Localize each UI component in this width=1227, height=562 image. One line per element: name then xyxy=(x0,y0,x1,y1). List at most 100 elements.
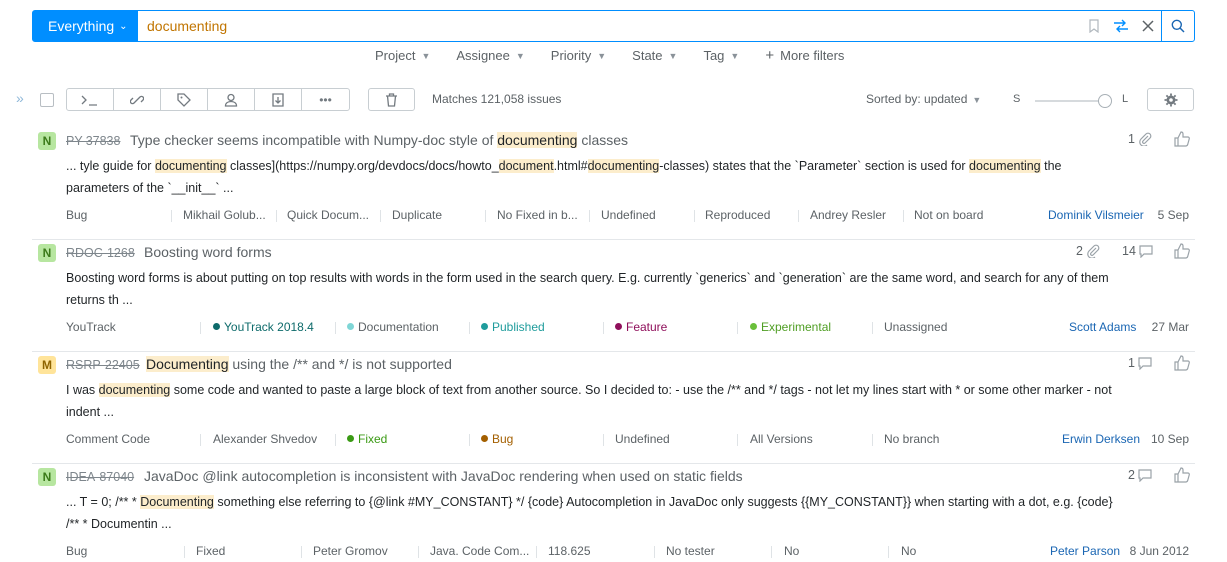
field-divider xyxy=(654,546,655,558)
field-assignee[interactable]: Mikhail Golub... xyxy=(183,208,266,222)
search-button[interactable] xyxy=(1161,11,1194,41)
filter-project[interactable]: Project ▼ xyxy=(375,47,430,64)
link-button[interactable] xyxy=(114,89,161,110)
comments-counter[interactable]: 14 xyxy=(1122,244,1153,258)
bookmark-icon[interactable] xyxy=(1080,11,1107,41)
field-subsystem[interactable]: Java. Code Com... xyxy=(430,544,529,558)
vote-button[interactable] xyxy=(1174,355,1190,374)
field-branch[interactable]: No branch xyxy=(884,432,939,446)
query-assist-icon[interactable] xyxy=(1107,11,1134,41)
issue-fields: Comment Code Alexander Shvedov Fixed Bug… xyxy=(0,432,1227,448)
field-tester[interactable]: Andrey Resler xyxy=(810,208,886,222)
sort-selector[interactable]: Sorted by: updated ▼ xyxy=(866,92,981,106)
field-state[interactable]: Published xyxy=(481,320,545,334)
field-project[interactable]: YouTrack xyxy=(66,320,116,334)
comment-icon xyxy=(1138,468,1152,482)
issue-summary-link[interactable]: Type checker seems incompatible with Num… xyxy=(130,132,628,148)
search-input[interactable]: documenting xyxy=(138,11,1080,41)
thumbs-up-icon xyxy=(1174,355,1190,371)
reporter-link[interactable]: Peter Parson xyxy=(1050,544,1120,558)
comments-count: 1 xyxy=(1128,356,1135,370)
reporter-link[interactable]: Dominik Vilsmeier xyxy=(1048,208,1144,222)
issue-id-link[interactable]: PY-37838 xyxy=(66,134,120,148)
field-state[interactable]: Duplicate xyxy=(392,208,442,222)
issue-row[interactable]: N PY-37838 Type checker seems incompatib… xyxy=(0,128,1227,240)
field-divider xyxy=(380,210,381,222)
field-tag[interactable]: Experimental xyxy=(750,320,831,334)
vote-button[interactable] xyxy=(1174,243,1190,262)
field-fix-version[interactable]: 118.625 xyxy=(548,544,591,558)
more-actions-button[interactable]: ••• xyxy=(302,89,349,110)
field-type[interactable]: Bug xyxy=(66,544,87,558)
issue-summary-link[interactable]: Documenting using the /** and */ is not … xyxy=(146,356,452,372)
more-filters-button[interactable]: + More filters xyxy=(765,47,844,64)
expand-sidebar-icon[interactable]: » xyxy=(16,90,24,106)
assign-button[interactable] xyxy=(208,89,255,110)
field-board[interactable]: Not on board xyxy=(914,208,983,222)
summary-text: classes xyxy=(577,132,629,148)
attachments-counter[interactable]: 1 xyxy=(1128,132,1152,146)
field-affected-versions[interactable]: All Versions xyxy=(750,432,813,446)
filter-priority[interactable]: Priority ▼ xyxy=(551,47,606,64)
issue-row[interactable]: M RSRP-22405 Documenting using the /** a… xyxy=(0,352,1227,464)
clear-search-icon[interactable] xyxy=(1134,11,1161,41)
issue-row[interactable]: N IDEA-87040 JavaDoc @link autocompletio… xyxy=(0,464,1227,562)
comments-count: 2 xyxy=(1128,468,1135,482)
thumbs-up-icon xyxy=(1174,131,1190,147)
field-subsystem[interactable]: Quick Docum... xyxy=(287,208,369,222)
issue-id-link[interactable]: IDEA-87040 xyxy=(66,470,134,484)
field-type[interactable]: Bug xyxy=(66,208,87,222)
reporter-link[interactable]: Erwin Derksen xyxy=(1062,432,1140,446)
issue-row[interactable]: N RDOC-1268 Boosting word forms 2 14 Boo… xyxy=(0,240,1227,352)
issue-summary-link[interactable]: Boosting word forms xyxy=(144,244,272,260)
list-settings-button[interactable] xyxy=(1147,88,1194,111)
search-context-label: Everything xyxy=(48,18,115,34)
field-verified[interactable]: Reproduced xyxy=(705,208,770,222)
issue-id-link[interactable]: RSRP-22405 xyxy=(66,358,140,372)
delete-button[interactable] xyxy=(368,88,415,111)
comments-counter[interactable]: 1 xyxy=(1128,356,1152,370)
field-priority[interactable]: Undefined xyxy=(601,208,656,222)
reporter-link[interactable]: Scott Adams xyxy=(1069,320,1136,334)
field-tester[interactable]: No tester xyxy=(666,544,715,558)
field-subsystem[interactable]: Comment Code xyxy=(66,432,150,446)
move-button[interactable] xyxy=(255,89,302,110)
field-assignee[interactable]: Unassigned xyxy=(884,320,947,334)
priority-badge[interactable]: M xyxy=(38,356,56,374)
chevron-down-icon: ▼ xyxy=(730,50,740,61)
field-value: Fixed xyxy=(358,432,388,446)
issue-id-link[interactable]: RDOC-1268 xyxy=(66,246,135,260)
chevron-down-icon: ▼ xyxy=(668,50,678,61)
select-all-checkbox[interactable] xyxy=(40,93,54,107)
field-priority[interactable]: Undefined xyxy=(615,432,670,446)
field-state[interactable]: Fixed xyxy=(347,432,387,446)
priority-badge[interactable]: N xyxy=(38,132,56,150)
size-slider-handle[interactable] xyxy=(1098,94,1112,108)
field-subsystem[interactable]: Documentation xyxy=(347,320,439,334)
size-large-label: L xyxy=(1122,93,1129,105)
priority-badge[interactable]: N xyxy=(38,468,56,486)
tag-button[interactable] xyxy=(161,89,208,110)
priority-badge[interactable]: N xyxy=(38,244,56,262)
field-type[interactable]: Bug xyxy=(481,432,513,446)
command-button[interactable] xyxy=(67,89,114,110)
field-state[interactable]: Fixed xyxy=(196,544,225,558)
comments-counter[interactable]: 2 xyxy=(1128,468,1152,482)
field-fixed-in[interactable]: No Fixed in b... xyxy=(497,208,578,222)
field-verified[interactable]: No xyxy=(784,544,799,558)
search-context-button[interactable]: Everything ⌄ xyxy=(33,11,138,41)
field-divider xyxy=(694,210,695,222)
field-assignee[interactable]: Alexander Shvedov xyxy=(213,432,317,446)
attachments-counter[interactable]: 2 xyxy=(1076,244,1100,258)
vote-button[interactable] xyxy=(1174,467,1190,486)
filter-tag[interactable]: Tag ▼ xyxy=(703,47,739,64)
vote-button[interactable] xyxy=(1174,131,1190,150)
field-version[interactable]: YouTrack 2018.4 xyxy=(213,320,314,334)
field-type[interactable]: Feature xyxy=(615,320,667,334)
field-regression[interactable]: No xyxy=(901,544,916,558)
field-divider xyxy=(200,434,201,446)
field-assignee[interactable]: Peter Gromov xyxy=(313,544,388,558)
filter-state[interactable]: State ▼ xyxy=(632,47,677,64)
issue-summary-link[interactable]: JavaDoc @link autocompletion is inconsis… xyxy=(144,468,743,484)
filter-assignee[interactable]: Assignee ▼ xyxy=(456,47,524,64)
